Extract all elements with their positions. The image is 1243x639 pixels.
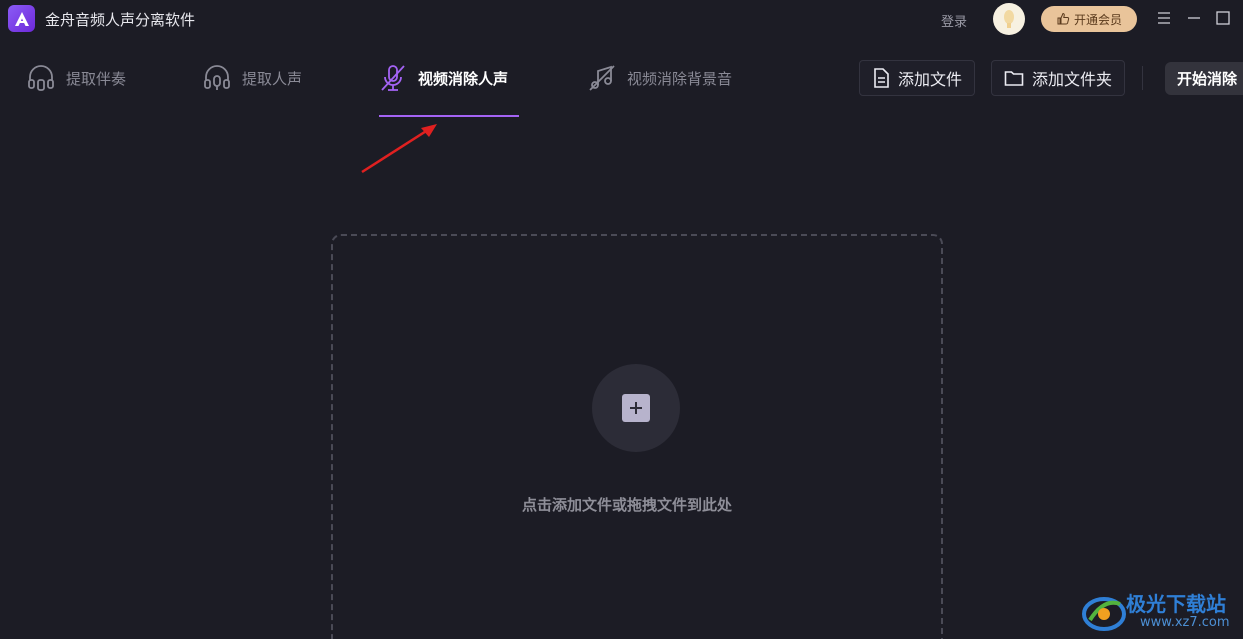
tab-label: 视频消除人声 <box>418 69 509 88</box>
watermark: 极光下载站 www.xz7.com <box>1080 588 1240 636</box>
tab-video-remove-background[interactable]: 视频消除背景音 <box>587 58 732 98</box>
mic-off-icon <box>381 65 405 91</box>
maximize-icon <box>1216 11 1230 25</box>
add-folder-button[interactable]: 添加文件夹 <box>991 60 1126 96</box>
menu-icon <box>1158 12 1170 24</box>
minimize-icon <box>1188 17 1200 19</box>
vip-button[interactable]: 开通会员 <box>1041 6 1137 32</box>
user-avatar-icon <box>1004 10 1014 28</box>
drop-hint-text: 点击添加文件或拖拽文件到此处 <box>522 496 733 514</box>
watermark-url: www.xz7.com <box>1140 615 1230 630</box>
add-file-circle-button[interactable] <box>592 364 680 452</box>
app-title: 金舟音频人声分离软件 <box>45 11 196 29</box>
annotation-arrow-icon <box>361 124 437 174</box>
add-file-label: 添加文件 <box>898 70 963 89</box>
tab-label: 提取人声 <box>242 69 303 88</box>
add-folder-label: 添加文件夹 <box>1032 70 1113 89</box>
headphone-icon <box>28 65 54 91</box>
active-tab-indicator <box>379 115 519 117</box>
thumbs-up-icon <box>1057 12 1070 25</box>
tab-extract-vocals[interactable]: 提取人声 <box>202 58 302 98</box>
app-logo-icon <box>8 5 35 32</box>
start-remove-button[interactable]: 开始消除 <box>1165 62 1243 95</box>
menu-button[interactable] <box>1154 8 1174 28</box>
vip-button-label: 开通会员 <box>1073 12 1122 27</box>
divider <box>1142 66 1143 90</box>
tab-label: 视频消除背景音 <box>627 69 733 88</box>
file-icon <box>874 68 889 88</box>
headphone-mic-icon <box>204 65 230 90</box>
tab-label: 提取伴奏 <box>66 69 127 88</box>
avatar[interactable] <box>993 3 1025 35</box>
tab-video-remove-vocals[interactable]: 视频消除人声 <box>378 58 508 98</box>
maximize-button[interactable] <box>1213 8 1233 28</box>
login-link[interactable]: 登录 <box>941 11 967 30</box>
watermark-logo-icon <box>1082 597 1126 631</box>
music-off-icon <box>589 65 615 91</box>
tab-extract-accompaniment[interactable]: 提取伴奏 <box>26 58 126 98</box>
folder-icon <box>1004 71 1024 86</box>
minimize-button[interactable] <box>1184 8 1204 28</box>
title-bar: 金舟音频人声分离软件 登录 开通会员 <box>0 0 1243 38</box>
add-file-button[interactable]: 添加文件 <box>859 60 976 96</box>
plus-icon <box>622 394 650 422</box>
watermark-name: 极光下载站 <box>1126 592 1226 616</box>
